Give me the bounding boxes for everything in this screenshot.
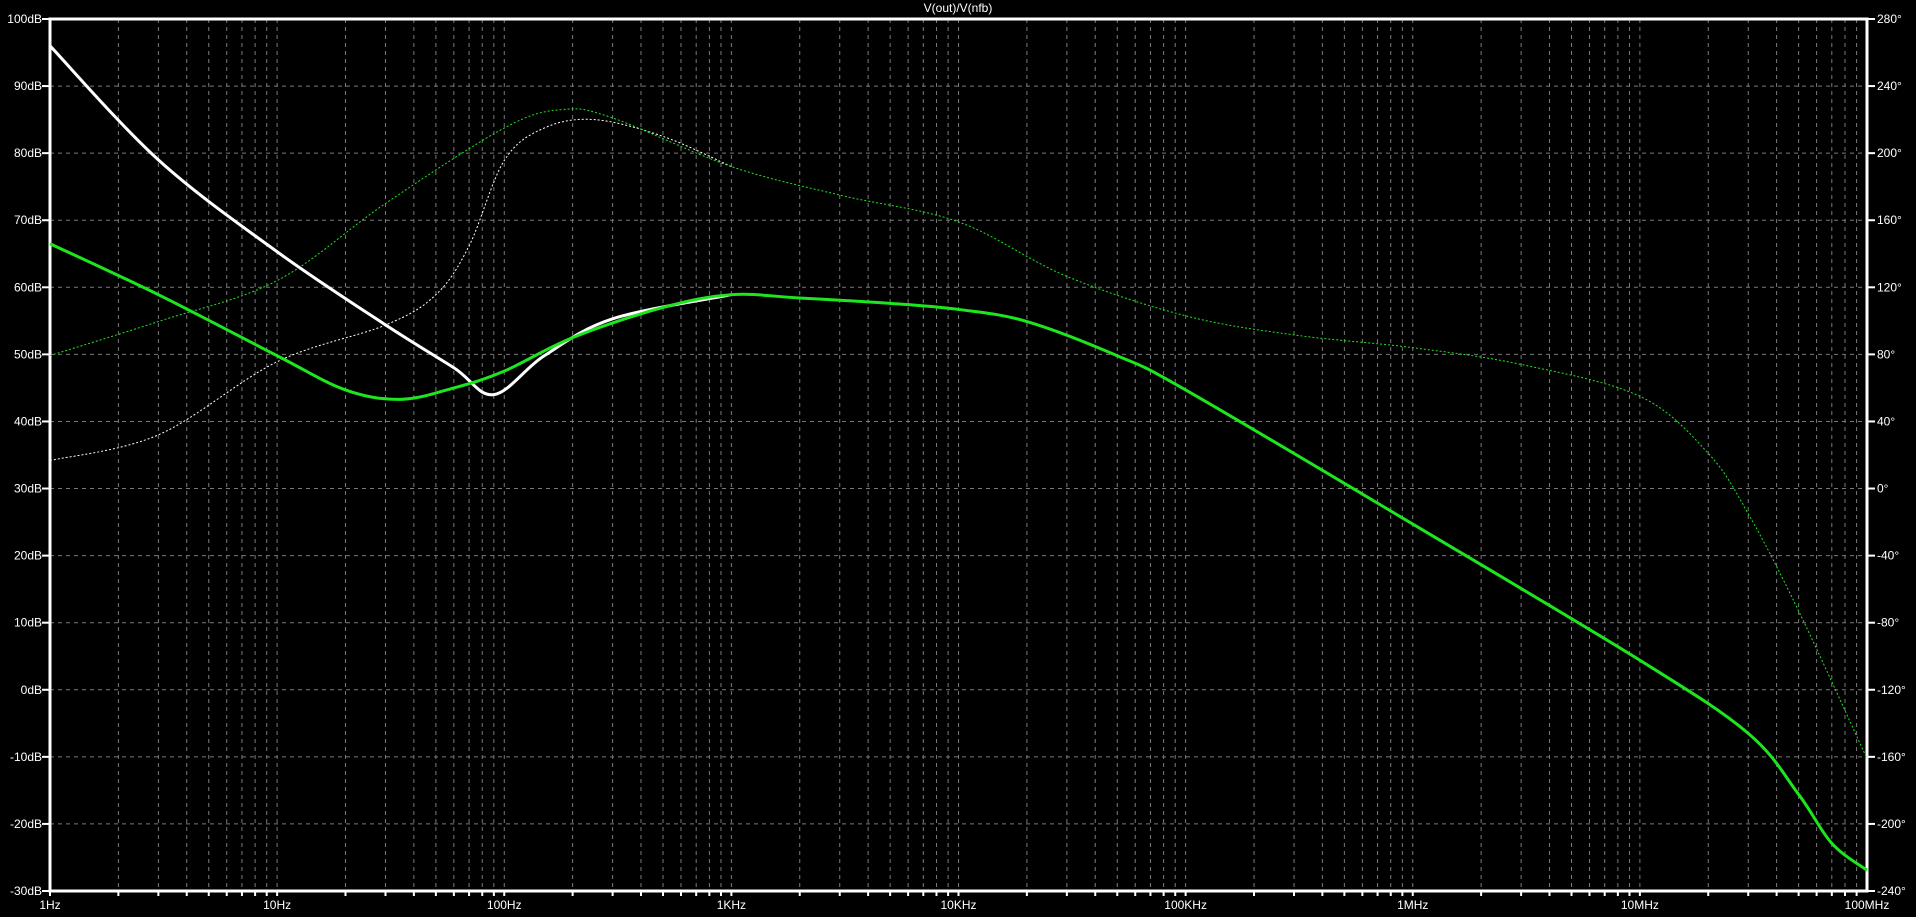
y-left-tick-label: 40dB (14, 414, 42, 428)
y-left-tick-label: -20dB (10, 817, 42, 831)
x-tick-label: 10MHz (1621, 898, 1659, 912)
bode-plot: V(out)/V(nfb) 100dB 90dB 80dB 70dB 60dB 50dB 4… (7, 1, 1906, 912)
y-left-tick-label: 20dB (14, 549, 42, 563)
y-left-tick-label: 50dB (14, 347, 42, 361)
x-tick-label: 100KHz (1164, 898, 1207, 912)
y-right-tick-label: -240° (1877, 884, 1906, 898)
y-right-tick-label: -120° (1877, 683, 1906, 697)
y-left-tick-label: 0dB (21, 683, 42, 697)
y-left-tick-label: 100dB (7, 12, 42, 26)
series-phase-white (49, 118, 732, 462)
y-right-tick-label: 0° (1877, 482, 1889, 496)
y-left-tick-label: 70dB (14, 213, 42, 227)
y-left-tick-label: 80dB (14, 146, 42, 160)
x-tick-label: 1KHz (717, 898, 746, 912)
x-tick-label: 1MHz (1397, 898, 1428, 912)
y-right-tick-label: 200° (1877, 146, 1902, 160)
chart-title: V(out)/V(nfb) (924, 1, 993, 15)
y-right-tick-label: 160° (1877, 213, 1902, 227)
x-tick-label: 100MHz (1845, 898, 1890, 912)
x-tick-label: 100Hz (487, 898, 522, 912)
y-right-tick-label: 80° (1877, 347, 1895, 361)
grid (50, 19, 1867, 891)
x-tick-label: 1Hz (39, 898, 60, 912)
y-right-tick-label: -200° (1877, 817, 1906, 831)
y-left-tick-label: 90dB (14, 79, 42, 93)
y-left-tick-label: 10dB (14, 616, 42, 630)
y-left-tick-label: -10dB (10, 750, 42, 764)
series-group (48, 44, 1868, 872)
y-right-tick-label: 40° (1877, 414, 1895, 428)
y-right-tick-label: 280° (1877, 12, 1902, 26)
y-left-tick-label: 60dB (14, 280, 42, 294)
y-right-tick-label: -40° (1877, 549, 1899, 563)
x-tick-label: 10Hz (263, 898, 291, 912)
y-right-tick-label: 120° (1877, 280, 1902, 294)
y-left-tick-label: 30dB (14, 482, 42, 496)
axes: 100dB 90dB 80dB 70dB 60dB 50dB 40dB 30dB 20dB 10d… (7, 12, 1906, 912)
y-right-tick-label: -160° (1877, 750, 1906, 764)
x-tick-label: 10KHz (940, 898, 976, 912)
y-left-tick-label: -30dB (10, 884, 42, 898)
y-right-tick-label: 240° (1877, 79, 1902, 93)
y-right-tick-label: -80° (1877, 616, 1899, 630)
